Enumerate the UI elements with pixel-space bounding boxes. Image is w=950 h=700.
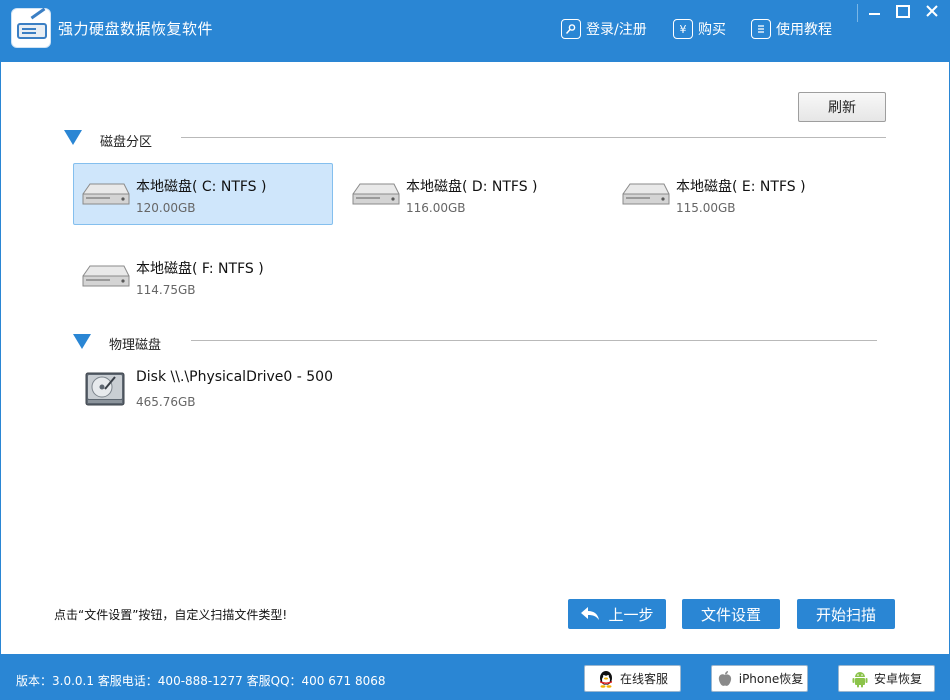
android-recovery-label: 安卓恢复 — [873, 672, 922, 686]
qq-penguin-icon — [599, 670, 612, 688]
partition-e-item[interactable]: 本地磁盘( E: NTFS ) 115.00GB — [613, 163, 873, 225]
login-register-label: 登录/注册 — [586, 22, 647, 38]
close-button[interactable] — [920, 2, 944, 20]
scan-hint-text: 点击“文件设置”按钮，自定义扫描文件类型! — [54, 608, 288, 622]
partition-size: 114.75GB — [136, 283, 196, 297]
partition-size: 115.00GB — [676, 201, 736, 215]
android-recovery-button[interactable]: 安卓恢复 — [838, 665, 935, 692]
minimize-button[interactable] — [862, 2, 886, 20]
apple-icon — [718, 670, 731, 686]
partition-size: 116.00GB — [406, 201, 466, 215]
tutorial-link[interactable]: 使用教程 — [751, 18, 832, 40]
buy-link[interactable]: ¥ 购买 — [673, 18, 726, 40]
partitions-divider — [181, 137, 886, 138]
drive-icon — [82, 183, 130, 205]
previous-step-label: 上一步 — [608, 605, 654, 624]
partition-d-item[interactable]: 本地磁盘( D: NTFS ) 116.00GB — [343, 163, 603, 225]
close-icon — [926, 5, 938, 17]
online-service-label: 在线客服 — [619, 672, 668, 686]
window-controls-divider — [857, 4, 858, 22]
partition-size: 120.00GB — [136, 201, 196, 215]
physical-section-header: 物理磁盘 — [109, 333, 161, 353]
buy-label: 购买 — [698, 22, 726, 38]
physical-section-label: 物理磁盘 — [109, 337, 162, 353]
partition-name: 本地磁盘( C: NTFS ) — [136, 179, 267, 195]
physical-disk-size: 465.76GB — [136, 395, 196, 409]
file-settings-button[interactable]: 文件设置 — [682, 599, 780, 629]
partitions-collapse-toggle-icon[interactable] — [64, 130, 82, 145]
physical-disk-item[interactable]: Disk \\.\PhysicalDrive0 - 500 465.76GB — [80, 364, 380, 414]
hard-disk-icon — [85, 372, 125, 406]
yen-icon: ¥ — [673, 19, 693, 39]
version-contact-info: 版本：3.0.0.1 客服电话：400-888-1277 客服QQ：400 67… — [16, 674, 386, 688]
app-title: 强力硬盘数据恢复软件 — [58, 20, 214, 38]
partition-name: 本地磁盘( E: NTFS ) — [676, 179, 806, 195]
title-bar: 强力硬盘数据恢复软件 登录/注册 ¥ 购买 使用教程 — [0, 0, 950, 62]
partitions-section-header: 磁盘分区 — [100, 130, 152, 150]
previous-step-button[interactable]: 上一步 — [568, 599, 666, 629]
physical-divider — [191, 340, 877, 341]
android-icon — [852, 671, 868, 687]
partitions-section-label: 磁盘分区 — [100, 134, 153, 150]
partition-name: 本地磁盘( D: NTFS ) — [406, 179, 538, 195]
partition-c-item[interactable]: 本地磁盘( C: NTFS ) 120.00GB — [73, 163, 333, 225]
tutorial-label: 使用教程 — [776, 22, 832, 38]
login-key-icon — [561, 19, 581, 39]
online-service-button[interactable]: 在线客服 — [584, 665, 681, 692]
tutorial-doc-icon — [751, 19, 771, 39]
refresh-button[interactable]: 刷新 — [798, 92, 886, 122]
app-logo-icon — [11, 7, 51, 48]
back-arrow-icon — [581, 607, 600, 620]
iphone-recovery-button[interactable]: iPhone恢复 — [711, 665, 808, 692]
start-scan-button[interactable]: 开始扫描 — [797, 599, 895, 629]
drive-icon — [82, 265, 130, 287]
partition-f-item[interactable]: 本地磁盘( F: NTFS ) 114.75GB — [73, 245, 333, 307]
drive-icon — [622, 183, 670, 205]
physical-disk-name: Disk \\.\PhysicalDrive0 - 500 — [136, 369, 333, 385]
maximize-button[interactable] — [891, 2, 915, 20]
drive-icon — [352, 183, 400, 205]
login-register-link[interactable]: 登录/注册 — [561, 18, 647, 40]
partition-name: 本地磁盘( F: NTFS ) — [136, 261, 264, 277]
main-content — [0, 62, 950, 654]
physical-collapse-toggle-icon[interactable] — [73, 334, 91, 349]
footer-bar: 版本：3.0.0.1 客服电话：400-888-1277 客服QQ：400 67… — [0, 654, 950, 700]
iphone-recovery-label: iPhone恢复 — [738, 672, 804, 686]
